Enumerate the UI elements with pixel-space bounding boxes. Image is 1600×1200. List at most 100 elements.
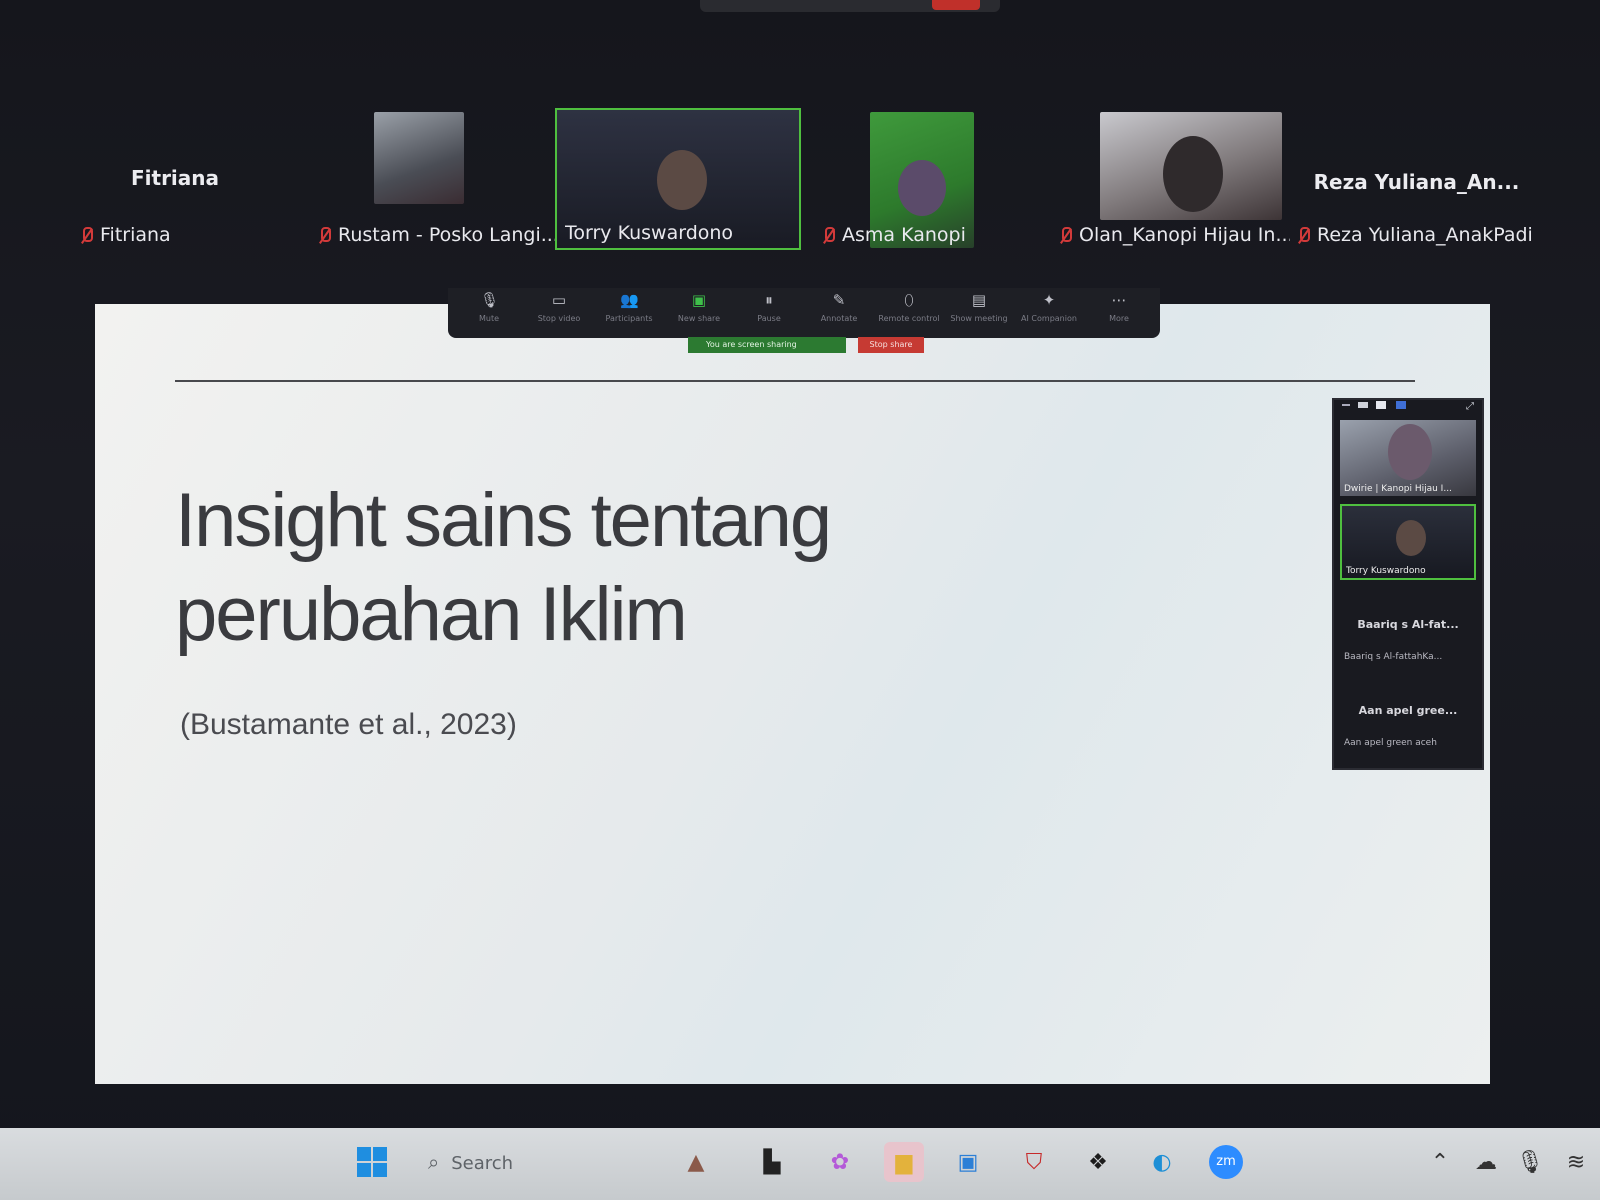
screen-sharing-bar: You are screen sharing Stop share bbox=[688, 337, 924, 353]
panel-audio-name: Aan apel gree... bbox=[1358, 704, 1458, 717]
toolbar-label: New share bbox=[677, 314, 721, 323]
view-active-icon[interactable] bbox=[1376, 401, 1386, 409]
participant-name: Fitriana bbox=[100, 224, 171, 246]
participant-name: Reza Yuliana_AnakPadi bbox=[1317, 224, 1533, 246]
zoom-top-bar bbox=[700, 0, 1000, 12]
windows-taskbar: ⌕ Search ▲ ▙ ✿ ▆ ▣ ⛉ ❖ ◐ zm ⌃ ☁ 🎙 ≋ bbox=[0, 1128, 1600, 1200]
share-icon: ▣ bbox=[691, 291, 707, 309]
toolbar-pen-button[interactable]: ✎ Annotate bbox=[804, 292, 874, 323]
toolbar-meeting-button[interactable]: ▤ Show meeting bbox=[944, 292, 1014, 323]
search-icon: ⌕ bbox=[428, 1150, 440, 1174]
participant-video bbox=[374, 112, 464, 204]
panel-audio-name: Baariq s Al-fat... bbox=[1357, 618, 1459, 631]
participant-tile-fitriana[interactable]: Fitriana Fitriana bbox=[60, 108, 290, 250]
participants-icon: 👥 bbox=[620, 291, 639, 309]
panel-audio-sub: Baariq s Al-fattahKa... bbox=[1344, 652, 1443, 662]
mic-icon: 🎙 bbox=[480, 291, 500, 309]
pen-icon: ✎ bbox=[832, 291, 846, 309]
toolbar-label: Show meeting bbox=[950, 314, 1008, 323]
zoom-share-toolbar: 🎙 Mute ▭ Stop video 👥 Participants ▣ New share ⏸… bbox=[448, 288, 1160, 338]
meeting-icon: ▤ bbox=[971, 291, 987, 309]
toolbar-label: Participants bbox=[605, 314, 653, 323]
mic-muted-icon bbox=[80, 226, 93, 245]
mic-muted-icon bbox=[318, 226, 331, 245]
taskbar-search[interactable]: ⌕ Search bbox=[428, 1142, 638, 1182]
toolbar-pause-button[interactable]: ⏸ Pause bbox=[734, 292, 804, 323]
participant-name: Rustam - Posko Langi... bbox=[338, 224, 559, 246]
participant-bigname: Fitriana bbox=[130, 166, 220, 190]
toolbar-label: AI Companion bbox=[1021, 314, 1077, 323]
participant-bigname: Reza Yuliana_An... bbox=[1313, 170, 1520, 194]
more-icon: ⋯ bbox=[1111, 291, 1127, 309]
panel-video-tile-active[interactable]: Torry Kuswardono bbox=[1340, 504, 1476, 580]
participant-tile-olan[interactable]: Olan_Kanopi Hijau In... bbox=[1045, 108, 1290, 250]
participant-name: Torry Kuswardono bbox=[565, 222, 734, 244]
toolbar-label: Mute bbox=[478, 314, 500, 323]
laptop-screen: Fitriana Fitriana Rustam - Posko Langi..… bbox=[0, 0, 1600, 1200]
toolbar-label: Pause bbox=[757, 314, 781, 323]
toolbar-more-button[interactable]: ⋯ More bbox=[1084, 292, 1154, 323]
store-icon[interactable]: ▣ bbox=[948, 1142, 988, 1182]
toolbar-label: Annotate bbox=[820, 314, 858, 323]
recording-indicator bbox=[932, 0, 980, 10]
slide-citation: (Bustamante et al., 2023) bbox=[180, 708, 517, 741]
slide-title: Insight sains tentang perubahan Iklim bbox=[175, 478, 832, 657]
wifi-icon[interactable]: ≋ bbox=[1556, 1142, 1596, 1182]
sharing-status: You are screen sharing bbox=[688, 337, 846, 353]
chevron-up-icon[interactable]: ⌃ bbox=[1420, 1142, 1460, 1182]
mic-muted-icon bbox=[822, 226, 835, 245]
participant-name: Olan_Kanopi Hijau In... bbox=[1079, 224, 1290, 246]
toolbar-mouse-button[interactable]: ⬯ Remote control bbox=[874, 292, 944, 323]
toolbar-sparkle-button[interactable]: ✦ AI Companion bbox=[1014, 292, 1084, 323]
zoom-app-icon[interactable]: zm bbox=[1206, 1142, 1246, 1182]
participant-face bbox=[1388, 424, 1432, 480]
toolbar-label: Stop video bbox=[537, 314, 581, 323]
task-view-icon[interactable]: ▙ bbox=[752, 1142, 792, 1182]
stop-share-button[interactable]: Stop share bbox=[858, 337, 924, 353]
toolbar-video-button[interactable]: ▭ Stop video bbox=[524, 292, 594, 323]
participant-name: Asma Kanopi bbox=[842, 224, 966, 246]
onedrive-icon[interactable]: ☁ bbox=[1466, 1142, 1506, 1182]
mic-muted-icon bbox=[1297, 226, 1310, 245]
participant-strip: Fitriana Fitriana Rustam - Posko Langi..… bbox=[60, 108, 1540, 258]
dropbox-icon[interactable]: ❖ bbox=[1078, 1142, 1118, 1182]
start-icon[interactable] bbox=[352, 1142, 392, 1182]
file-explorer-icon[interactable]: ▆ bbox=[884, 1142, 924, 1182]
toolbar-participants-button[interactable]: 👥 Participants bbox=[594, 292, 664, 323]
microphone-icon[interactable]: 🎙 bbox=[1510, 1142, 1550, 1182]
gallery-icon[interactable] bbox=[1396, 401, 1406, 409]
mouse-icon: ⬯ bbox=[904, 291, 914, 309]
participant-face bbox=[1396, 520, 1426, 556]
edge-icon[interactable]: ◐ bbox=[1142, 1142, 1182, 1182]
floating-video-panel: ⤢ Dwirie | Kanopi Hijau I... Torry Kuswa… bbox=[1332, 398, 1484, 770]
participant-tile-asma[interactable]: Asma Kanopi bbox=[810, 108, 1040, 250]
participant-face bbox=[657, 150, 707, 210]
mic-muted-icon bbox=[1059, 226, 1072, 245]
expand-icon[interactable]: ⤢ bbox=[1466, 401, 1474, 412]
panel-video-tile[interactable]: Dwirie | Kanopi Hijau I... bbox=[1340, 420, 1476, 496]
video-icon: ▭ bbox=[551, 291, 567, 309]
view-strip-icon[interactable] bbox=[1358, 402, 1368, 408]
participant-tile-reza[interactable]: Reza Yuliana_An... Reza Yuliana_AnakPadi bbox=[1293, 108, 1540, 250]
search-placeholder: Search bbox=[451, 1153, 514, 1174]
pause-icon: ⏸ bbox=[765, 291, 773, 309]
panel-tile-label: Torry Kuswardono bbox=[1346, 566, 1426, 576]
toolbar-label: Remote control bbox=[878, 314, 940, 323]
participant-face bbox=[1163, 136, 1223, 212]
copilot-icon[interactable]: ✿ bbox=[820, 1142, 860, 1182]
shared-slide: Insight sains tentang perubahan Iklim (B… bbox=[95, 304, 1490, 1084]
sparkle-icon: ✦ bbox=[1042, 291, 1056, 309]
participant-tile-rustam[interactable]: Rustam - Posko Langi... bbox=[318, 108, 563, 250]
panel-controls: ⤢ bbox=[1334, 400, 1482, 418]
participant-face bbox=[898, 160, 946, 216]
participant-tile-torry[interactable]: Torry Kuswardono bbox=[555, 108, 801, 250]
mcafee-icon[interactable]: ⛉ bbox=[1014, 1142, 1054, 1182]
minimize-icon[interactable] bbox=[1342, 404, 1350, 406]
widgets-icon[interactable]: ▲ bbox=[668, 1142, 724, 1182]
toolbar-share-button[interactable]: ▣ New share bbox=[664, 292, 734, 323]
panel-tile-label: Dwirie | Kanopi Hijau I... bbox=[1344, 484, 1452, 494]
slide-divider bbox=[175, 380, 1415, 382]
panel-audio-sub: Aan apel green aceh bbox=[1344, 738, 1437, 748]
toolbar-label: More bbox=[1109, 314, 1129, 323]
toolbar-mic-button[interactable]: 🎙 Mute bbox=[454, 292, 524, 323]
